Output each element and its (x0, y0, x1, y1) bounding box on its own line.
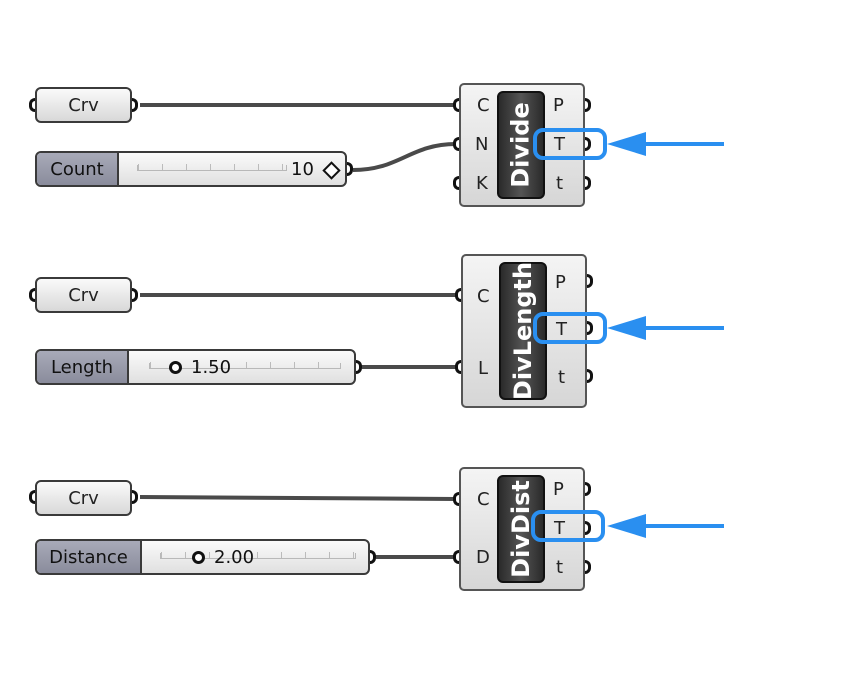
diamond-icon[interactable] (322, 161, 341, 180)
slider-tick (138, 164, 139, 170)
slider-value: 2.00 (214, 547, 255, 568)
input-grip[interactable] (453, 550, 459, 564)
input-port-c[interactable]: C (477, 489, 490, 510)
number-slider-length[interactable]: Length 1.50 (35, 349, 356, 385)
arrow-icon (607, 514, 724, 538)
curve-param-crv[interactable]: Crv (35, 87, 132, 123)
output-port-p[interactable]: P (553, 95, 564, 116)
highlight-box (533, 312, 607, 344)
slider-tick (162, 164, 163, 170)
output-port-t-lower[interactable]: t (556, 557, 563, 578)
input-grip[interactable] (453, 492, 459, 506)
slider-tick (234, 164, 235, 170)
input-grip[interactable] (455, 288, 461, 302)
slider-tick (305, 552, 306, 558)
slider-label: Length (37, 351, 129, 383)
slider-tick (161, 552, 162, 558)
curve-param-crv[interactable]: Crv (35, 480, 132, 516)
wire-crv-to-divdist-c (139, 495, 457, 501)
input-grip[interactable] (455, 360, 461, 374)
number-slider-count[interactable]: Count 10 (35, 151, 347, 187)
slider-track[interactable]: 1.50 (129, 351, 354, 383)
output-port-t-lower[interactable]: t (556, 173, 563, 194)
slider-rail (137, 164, 287, 171)
input-port-c[interactable]: C (477, 95, 490, 116)
output-port-t-lower[interactable]: t (558, 367, 565, 388)
arrow-icon (607, 316, 724, 340)
highlight-box (531, 510, 605, 542)
slider-tick (329, 552, 330, 558)
param-label: Crv (68, 487, 99, 509)
slider-tick (150, 362, 151, 368)
slider-rail (160, 552, 356, 559)
slider-tick (185, 552, 186, 558)
number-slider-distance[interactable]: Distance 2.00 (35, 539, 370, 575)
highlight-box (533, 128, 607, 160)
input-grip[interactable] (29, 288, 35, 302)
wire-count-to-divide-n (352, 142, 457, 172)
slider-tick (246, 362, 247, 368)
slider-tick (353, 552, 354, 558)
slider-track[interactable]: 2.00 (142, 541, 368, 573)
input-port-l[interactable]: L (478, 358, 488, 379)
output-port-p[interactable]: P (553, 479, 564, 500)
input-port-d[interactable]: D (476, 547, 490, 568)
grip-icon[interactable] (169, 361, 182, 374)
arrow-icon (607, 132, 724, 156)
input-port-n[interactable]: N (475, 134, 488, 155)
slider-tick (186, 164, 187, 170)
input-port-c[interactable]: C (477, 286, 490, 307)
slider-tick (257, 552, 258, 558)
slider-label: Count (37, 153, 119, 185)
slider-track[interactable]: 10 (119, 153, 345, 185)
slider-tick (270, 362, 271, 368)
slider-tick (209, 552, 210, 558)
slider-tick (258, 164, 259, 170)
slider-tick (282, 164, 283, 170)
param-label: Crv (68, 94, 99, 116)
input-grip[interactable] (453, 176, 459, 190)
grip-icon[interactable] (192, 551, 205, 564)
output-port-p[interactable]: P (555, 272, 566, 293)
input-grip[interactable] (453, 98, 459, 112)
slider-tick (281, 552, 282, 558)
slider-tick (210, 164, 211, 170)
input-port-k[interactable]: K (476, 173, 488, 194)
input-grip[interactable] (29, 98, 35, 112)
input-grip[interactable] (29, 490, 35, 504)
slider-value: 10 (291, 159, 314, 180)
input-grip[interactable] (453, 137, 459, 151)
param-label: Crv (68, 284, 99, 306)
slider-value: 1.50 (191, 357, 232, 378)
curve-param-crv[interactable]: Crv (35, 277, 132, 313)
slider-tick (294, 362, 295, 368)
slider-tick (318, 362, 319, 368)
slider-label: Distance (37, 541, 142, 573)
